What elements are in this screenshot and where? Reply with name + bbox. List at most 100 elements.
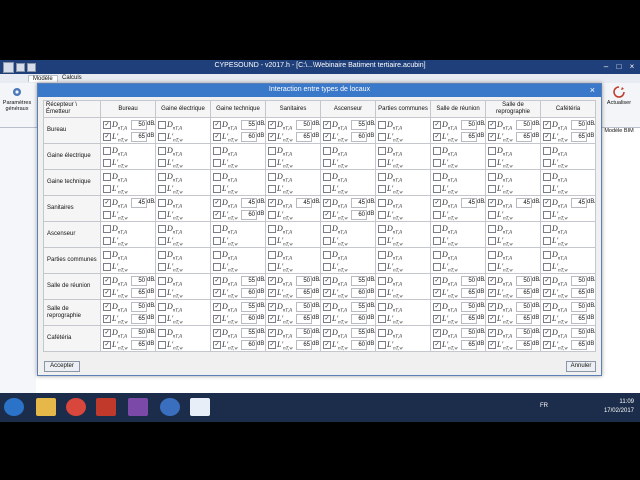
lntw-checkbox[interactable] — [268, 262, 276, 271]
dnta-value-input[interactable]: 50 — [516, 119, 532, 130]
dnta-checkbox[interactable] — [378, 276, 386, 285]
dnta-checkbox[interactable]: ✓ — [433, 120, 441, 129]
lntw-checkbox[interactable]: ✓ — [103, 132, 111, 141]
dnta-value-input[interactable]: 50 — [296, 119, 312, 130]
lntw-checkbox[interactable]: ✓ — [213, 132, 221, 141]
tab-modele[interactable]: Modèle — [28, 75, 58, 82]
lntw-checkbox[interactable] — [433, 210, 441, 219]
lntw-checkbox[interactable]: ✓ — [323, 132, 331, 141]
dnta-value-input[interactable]: 50 — [571, 327, 587, 338]
lntw-checkbox[interactable] — [158, 262, 166, 271]
lntw-checkbox[interactable] — [158, 340, 166, 349]
dnta-checkbox[interactable] — [268, 146, 276, 155]
bimserver-icon[interactable] — [128, 398, 148, 416]
dnta-checkbox[interactable] — [433, 172, 441, 181]
dnta-checkbox[interactable]: ✓ — [213, 120, 221, 129]
dnta-checkbox[interactable] — [488, 250, 496, 259]
refresh-button[interactable]: Actualiser — [604, 86, 634, 106]
dnta-value-input[interactable]: 55 — [351, 119, 367, 130]
lntw-checkbox[interactable] — [433, 262, 441, 271]
dnta-value-input[interactable]: 50 — [131, 301, 147, 312]
lntw-checkbox[interactable] — [103, 210, 111, 219]
lntw-checkbox[interactable] — [158, 184, 166, 193]
dnta-checkbox[interactable]: ✓ — [268, 302, 276, 311]
lntw-checkbox[interactable] — [378, 340, 386, 349]
lntw-checkbox[interactable] — [158, 158, 166, 167]
lntw-value-input[interactable]: 60 — [241, 131, 257, 142]
dnta-checkbox[interactable]: ✓ — [103, 302, 111, 311]
dnta-checkbox[interactable] — [323, 172, 331, 181]
bim-model-label[interactable]: Modèle BIM — [600, 128, 638, 134]
lntw-value-input[interactable]: 65 — [516, 339, 532, 350]
lntw-value-input[interactable]: 65 — [461, 131, 477, 142]
dnta-checkbox[interactable]: ✓ — [268, 198, 276, 207]
lntw-checkbox[interactable]: ✓ — [268, 314, 276, 323]
dnta-value-input[interactable]: 45 — [241, 197, 257, 208]
dnta-checkbox[interactable] — [158, 120, 166, 129]
lntw-checkbox[interactable] — [378, 236, 386, 245]
lntw-checkbox[interactable] — [103, 262, 111, 271]
lntw-checkbox[interactable]: ✓ — [103, 314, 111, 323]
lntw-checkbox[interactable] — [158, 314, 166, 323]
lntw-checkbox[interactable]: ✓ — [213, 210, 221, 219]
lntw-checkbox[interactable]: ✓ — [433, 288, 441, 297]
file-explorer-icon[interactable] — [36, 398, 56, 416]
dnta-checkbox[interactable]: ✓ — [268, 328, 276, 337]
dnta-value-input[interactable]: 50 — [571, 119, 587, 130]
lntw-checkbox[interactable] — [433, 184, 441, 193]
dnta-checkbox[interactable] — [378, 198, 386, 207]
lntw-checkbox[interactable]: ✓ — [488, 288, 496, 297]
dnta-checkbox[interactable]: ✓ — [488, 276, 496, 285]
dnta-value-input[interactable]: 50 — [571, 275, 587, 286]
dnta-value-input[interactable]: 45 — [516, 197, 532, 208]
dnta-value-input[interactable]: 50 — [131, 275, 147, 286]
dnta-checkbox[interactable] — [158, 198, 166, 207]
dnta-checkbox[interactable] — [543, 146, 551, 155]
dnta-checkbox[interactable] — [378, 328, 386, 337]
lntw-checkbox[interactable]: ✓ — [488, 132, 496, 141]
dnta-checkbox[interactable] — [378, 146, 386, 155]
cancel-button[interactable]: Annuler — [566, 361, 596, 372]
dnta-checkbox[interactable] — [488, 172, 496, 181]
lntw-checkbox[interactable] — [158, 132, 166, 141]
lntw-checkbox[interactable] — [433, 158, 441, 167]
clock-date[interactable]: 17/02/2017 — [600, 408, 634, 414]
lntw-checkbox[interactable] — [488, 184, 496, 193]
lntw-value-input[interactable]: 60 — [241, 287, 257, 298]
dnta-checkbox[interactable] — [378, 250, 386, 259]
lntw-checkbox[interactable] — [213, 262, 221, 271]
dnta-checkbox[interactable] — [323, 224, 331, 233]
accept-button[interactable]: Accepter — [44, 361, 80, 372]
dnta-checkbox[interactable] — [378, 172, 386, 181]
dnta-value-input[interactable]: 50 — [131, 327, 147, 338]
lntw-checkbox[interactable] — [268, 210, 276, 219]
lntw-value-input[interactable]: 65 — [461, 313, 477, 324]
lntw-value-input[interactable]: 65 — [131, 131, 147, 142]
dnta-value-input[interactable]: 50 — [296, 327, 312, 338]
dnta-checkbox[interactable] — [158, 146, 166, 155]
lntw-value-input[interactable]: 60 — [351, 313, 367, 324]
lntw-checkbox[interactable]: ✓ — [488, 340, 496, 349]
dnta-checkbox[interactable]: ✓ — [213, 198, 221, 207]
dnta-checkbox[interactable]: ✓ — [543, 120, 551, 129]
dnta-checkbox[interactable]: ✓ — [543, 302, 551, 311]
lntw-checkbox[interactable] — [323, 236, 331, 245]
dnta-value-input[interactable]: 50 — [516, 327, 532, 338]
lntw-value-input[interactable]: 60 — [241, 339, 257, 350]
lntw-checkbox[interactable] — [103, 158, 111, 167]
lntw-checkbox[interactable]: ✓ — [433, 314, 441, 323]
lntw-checkbox[interactable] — [323, 262, 331, 271]
dnta-value-input[interactable]: 45 — [571, 197, 587, 208]
lntw-checkbox[interactable] — [488, 158, 496, 167]
lntw-checkbox[interactable]: ✓ — [543, 132, 551, 141]
lntw-value-input[interactable]: 60 — [351, 339, 367, 350]
lntw-value-input[interactable]: 60 — [351, 287, 367, 298]
dnta-checkbox[interactable]: ✓ — [543, 328, 551, 337]
dnta-checkbox[interactable] — [378, 302, 386, 311]
lntw-value-input[interactable]: 60 — [351, 209, 367, 220]
dnta-value-input[interactable]: 50 — [571, 301, 587, 312]
lntw-value-input[interactable]: 60 — [241, 313, 257, 324]
lntw-checkbox[interactable] — [543, 158, 551, 167]
lntw-value-input[interactable]: 65 — [131, 287, 147, 298]
lntw-checkbox[interactable] — [378, 314, 386, 323]
